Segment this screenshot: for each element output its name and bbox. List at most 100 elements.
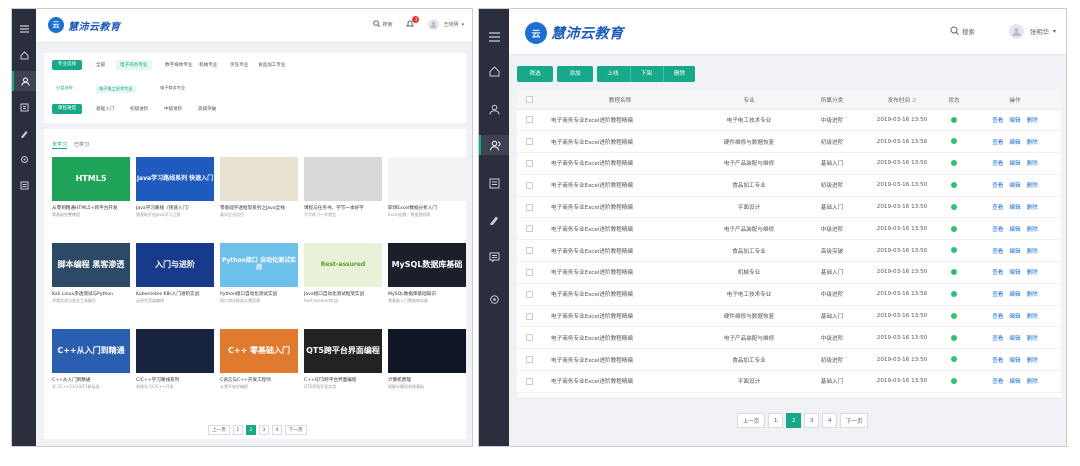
book-icon[interactable] xyxy=(479,173,509,193)
edit-link[interactable]: 编辑 xyxy=(1009,249,1020,255)
course-title[interactable]: 计算机原理 xyxy=(388,377,468,383)
add-button[interactable]: 添加 xyxy=(557,66,593,82)
course-card[interactable]: 脚本编程 黑客渗透 Kali Linux渗透测试与Python 渗透实战与安全工具编… xyxy=(52,243,130,325)
filter-level-1[interactable]: 初级进阶 xyxy=(130,106,148,112)
chevron-down-icon[interactable]: ▾ xyxy=(1053,28,1056,35)
edit-link[interactable]: 编辑 xyxy=(1009,205,1020,211)
view-link[interactable]: 查看 xyxy=(992,314,1003,320)
table-row[interactable]: 电子商务专业Excel进阶教程精编 电子产品装配与维修 中级进阶 2019-03-16… xyxy=(517,217,1061,241)
view-link[interactable]: 查看 xyxy=(992,336,1003,342)
edit-link[interactable]: 编辑 xyxy=(1009,358,1020,364)
table-row[interactable]: 电子商务专业Excel进阶教程精编 食品加工专业 初级进阶 2019-03-16 13… xyxy=(517,174,1061,197)
course-title[interactable]: Java学习路线（快速入门） xyxy=(136,205,216,211)
filter-level-0[interactable]: 基础入门 xyxy=(96,106,114,112)
edit-link[interactable]: 编辑 xyxy=(1009,292,1020,298)
course-card[interactable]: 计算机原理 理解计算机系统基础 xyxy=(388,329,466,411)
row-checkbox[interactable] xyxy=(517,196,541,219)
filter-level-2[interactable]: 中级进阶 xyxy=(164,106,182,112)
pen-icon[interactable] xyxy=(479,209,509,229)
edit-link[interactable]: 编辑 xyxy=(1009,140,1020,146)
row-checkbox[interactable] xyxy=(517,130,541,154)
edit-link[interactable]: 编辑 xyxy=(1009,183,1020,189)
course-title[interactable]: Java接口自动化测试框架实战 xyxy=(304,291,384,297)
view-link[interactable]: 查看 xyxy=(992,379,1003,385)
course-title[interactable]: Python接口自动化测试实战 xyxy=(220,291,300,297)
delete-link[interactable]: 删除 xyxy=(1027,314,1038,320)
search-icon[interactable] xyxy=(373,20,381,29)
view-link[interactable]: 查看 xyxy=(992,249,1003,255)
filter-major-3[interactable]: 烹饪专业 xyxy=(230,62,248,68)
row-checkbox[interactable] xyxy=(517,326,541,350)
bell-icon[interactable]: 3 xyxy=(406,15,420,30)
page-button[interactable]: 4 xyxy=(822,413,838,428)
edit-link[interactable]: 编辑 xyxy=(1009,336,1020,342)
filter-button[interactable]: 筛选 xyxy=(517,66,553,82)
course-title[interactable]: 职场Excel数据分析入门 xyxy=(388,205,468,211)
view-link[interactable]: 查看 xyxy=(992,161,1003,167)
user-icon[interactable] xyxy=(12,71,36,91)
course-card[interactable]: 零基础学透框架系列之Java全栈 真实企业项目 xyxy=(220,157,298,239)
delete-link[interactable]: 删除 xyxy=(1027,118,1038,124)
menu-icon[interactable] xyxy=(479,27,509,47)
course-thumbnail[interactable]: C++ 零基础入门 xyxy=(220,329,298,373)
course-thumbnail[interactable]: QT5跨平台界面编程 xyxy=(304,329,382,373)
table-row[interactable]: 电子商务专业Excel进阶教程精编 硬件维修与数据恢复 初级进阶 2019-03-16… xyxy=(517,130,1061,154)
delete-link[interactable]: 删除 xyxy=(1027,379,1038,385)
table-row[interactable]: 电子商务专业Excel进阶教程精编 电子电工技术专业 中级进阶 2019-03-16 … xyxy=(517,109,1061,132)
row-checkbox[interactable] xyxy=(517,283,541,306)
page-button-active[interactable]: 2 xyxy=(245,425,256,435)
page-button[interactable]: 3 xyxy=(258,425,269,435)
difficulty-filter-button[interactable]: 课程难度 xyxy=(52,104,82,114)
edit-link[interactable]: 编辑 xyxy=(1009,270,1020,276)
course-thumbnail[interactable] xyxy=(388,329,466,373)
tab-learned[interactable]: 已学习 xyxy=(74,141,89,148)
course-card[interactable]: 入门与进阶 Kubernetes K8s入门进阶实战 云原生容器编排 xyxy=(136,243,214,325)
course-thumbnail[interactable]: HTML5 xyxy=(52,157,130,201)
view-link[interactable]: 查看 xyxy=(992,358,1003,364)
page-button-active[interactable]: 2 xyxy=(786,413,802,428)
delete-link[interactable]: 删除 xyxy=(1027,358,1038,364)
avatar[interactable] xyxy=(428,19,440,30)
search-label[interactable]: 搜索 xyxy=(382,21,392,28)
course-thumbnail[interactable] xyxy=(388,157,466,201)
course-title[interactable]: C语言与C++开发工程师 xyxy=(220,377,300,383)
page-button[interactable]: 3 xyxy=(804,413,820,428)
course-card[interactable]: QT5跨平台界面编程 C++QT5跨平台界面编程 QT5界面开发实战 xyxy=(304,329,382,411)
course-thumbnail[interactable]: Java学习路线系列 快速入门 xyxy=(136,157,214,201)
table-row[interactable]: 电子商务专业Excel进阶教程精编 机械专业 基础入门 2019-03-16 13:5… xyxy=(517,261,1061,284)
table-row[interactable]: 电子商务专业Excel进阶教程精编 电子产品装配与维修 中级进阶 2019-03-16… xyxy=(517,326,1061,350)
user-icon[interactable] xyxy=(479,99,509,119)
delete-link[interactable]: 删除 xyxy=(1027,227,1038,233)
course-card[interactable]: Python接口 自动化测试实战 Python接口自动化测试实战 接口测试框架从零搭… xyxy=(220,243,298,325)
home-icon[interactable] xyxy=(479,61,509,81)
course-title[interactable]: MySQL数据库基础知识 xyxy=(388,291,468,297)
avatar[interactable] xyxy=(1008,24,1024,39)
delete-link[interactable]: 删除 xyxy=(1027,292,1038,298)
table-row[interactable]: 电子商务专业Excel进阶教程精编 电子电工技术专业 中级进阶 2019-03-16 … xyxy=(517,283,1061,306)
course-thumbnail[interactable]: 入门与进阶 xyxy=(136,243,214,287)
filter-category-0[interactable]: 电子电工技术专业 xyxy=(96,85,136,93)
filter-all[interactable]: 全部 xyxy=(96,62,105,68)
row-checkbox[interactable] xyxy=(517,109,541,132)
delete-link[interactable]: 删除 xyxy=(1027,205,1038,211)
filter-major-0[interactable]: 电子商务专业 xyxy=(116,60,152,70)
delete-link[interactable]: 删除 xyxy=(1027,270,1038,276)
publish-button[interactable]: 上线 xyxy=(597,66,629,82)
view-link[interactable]: 查看 xyxy=(992,140,1003,146)
table-row[interactable]: 电子商务专业Excel进阶教程精编 电子产品装配与维修 基础入门 2019-03-16… xyxy=(517,152,1061,175)
select-all-checkbox[interactable] xyxy=(517,91,541,110)
course-card[interactable]: Java学习路线系列 快速入门 Java学习路线（快速入门） 零基础开启Java学习… xyxy=(136,157,214,239)
chevron-down-icon[interactable]: ▾ xyxy=(461,22,464,28)
course-thumbnail[interactable]: Python接口 自动化测试实战 xyxy=(220,243,298,287)
view-link[interactable]: 查看 xyxy=(992,205,1003,211)
book-icon[interactable] xyxy=(12,97,36,117)
course-card[interactable]: HTML5 从零到精通HTML5+跨平台开发 零基础完整教程 xyxy=(52,157,130,239)
prev-page-button[interactable]: 上一页 xyxy=(737,413,766,428)
table-row[interactable]: 电子商务专业Excel进阶教程精编 平面设计 基础入门 2019-03-16 13:5… xyxy=(517,370,1061,393)
course-thumbnail[interactable] xyxy=(304,157,382,201)
tab-unlearned[interactable]: 未学习 xyxy=(52,141,68,149)
row-checkbox[interactable] xyxy=(517,261,541,284)
course-title[interactable]: Kali Linux渗透测试与Python xyxy=(52,291,132,297)
category-filter-label[interactable]: 分类选择 xyxy=(56,85,73,91)
prev-page-button[interactable]: 上一页 xyxy=(208,425,230,435)
